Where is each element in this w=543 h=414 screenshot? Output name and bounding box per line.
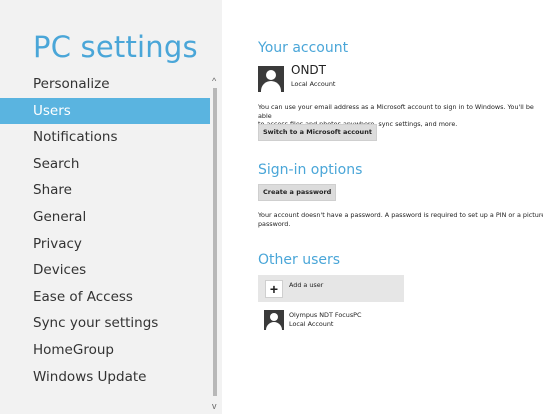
password-note-line1: Your account doesn't have a password. A … bbox=[258, 211, 543, 219]
page-title: PC settings bbox=[33, 30, 198, 64]
other-user-type: Local Account bbox=[289, 320, 334, 328]
account-description-line1: You can use your email address as a Micr… bbox=[258, 103, 534, 120]
account-username: ONDT bbox=[291, 63, 326, 77]
other-users-heading: Other users bbox=[258, 252, 341, 268]
sidebar-nav: Personalize Users Notifications Search S… bbox=[0, 71, 210, 390]
sidebar-item-ease-of-access[interactable]: Ease of Access bbox=[0, 284, 210, 311]
sidebar-item-general[interactable]: General bbox=[0, 204, 210, 231]
scrollbar-thumb[interactable] bbox=[213, 88, 217, 396]
sidebar-item-notifications[interactable]: Notifications bbox=[0, 124, 210, 151]
main-panel: Your account ONDT Local Account You can … bbox=[258, 0, 543, 414]
sidebar-item-homegroup[interactable]: HomeGroup bbox=[0, 337, 210, 364]
user-avatar bbox=[264, 310, 284, 330]
sidebar-item-users[interactable]: Users bbox=[0, 97, 210, 125]
password-note-line2: password. bbox=[258, 219, 291, 228]
your-account-heading: Your account bbox=[258, 40, 349, 56]
sidebar: PC settings Personalize Users Notificati… bbox=[0, 0, 222, 414]
sidebar-item-devices[interactable]: Devices bbox=[0, 257, 210, 284]
plus-icon: + bbox=[265, 280, 283, 298]
sidebar-item-personalize[interactable]: Personalize bbox=[0, 71, 210, 98]
add-user-label: Add a user bbox=[289, 281, 324, 289]
other-user-name: Olympus NDT FocusPC bbox=[289, 311, 362, 319]
scroll-down-icon[interactable]: v bbox=[212, 401, 217, 411]
scroll-up-icon[interactable]: ^ bbox=[212, 76, 216, 86]
sign-in-options-heading: Sign-in options bbox=[258, 162, 363, 178]
create-password-button[interactable]: Create a password bbox=[258, 184, 337, 201]
switch-to-microsoft-account-button[interactable]: Switch to a Microsoft account bbox=[258, 124, 377, 141]
sidebar-item-share[interactable]: Share bbox=[0, 177, 210, 204]
sidebar-item-search[interactable]: Search bbox=[0, 151, 210, 178]
sidebar-item-privacy[interactable]: Privacy bbox=[0, 231, 210, 258]
sidebar-item-sync-settings[interactable]: Sync your settings bbox=[0, 310, 210, 337]
password-note: Your account doesn't have a password. A … bbox=[258, 211, 543, 228]
list-item[interactable]: Olympus NDT FocusPC Local Account bbox=[258, 308, 408, 332]
add-user-button[interactable]: + Add a user bbox=[258, 275, 404, 302]
sidebar-item-windows-update[interactable]: Windows Update bbox=[0, 364, 210, 391]
avatar bbox=[258, 66, 284, 92]
account-type: Local Account bbox=[291, 80, 336, 88]
